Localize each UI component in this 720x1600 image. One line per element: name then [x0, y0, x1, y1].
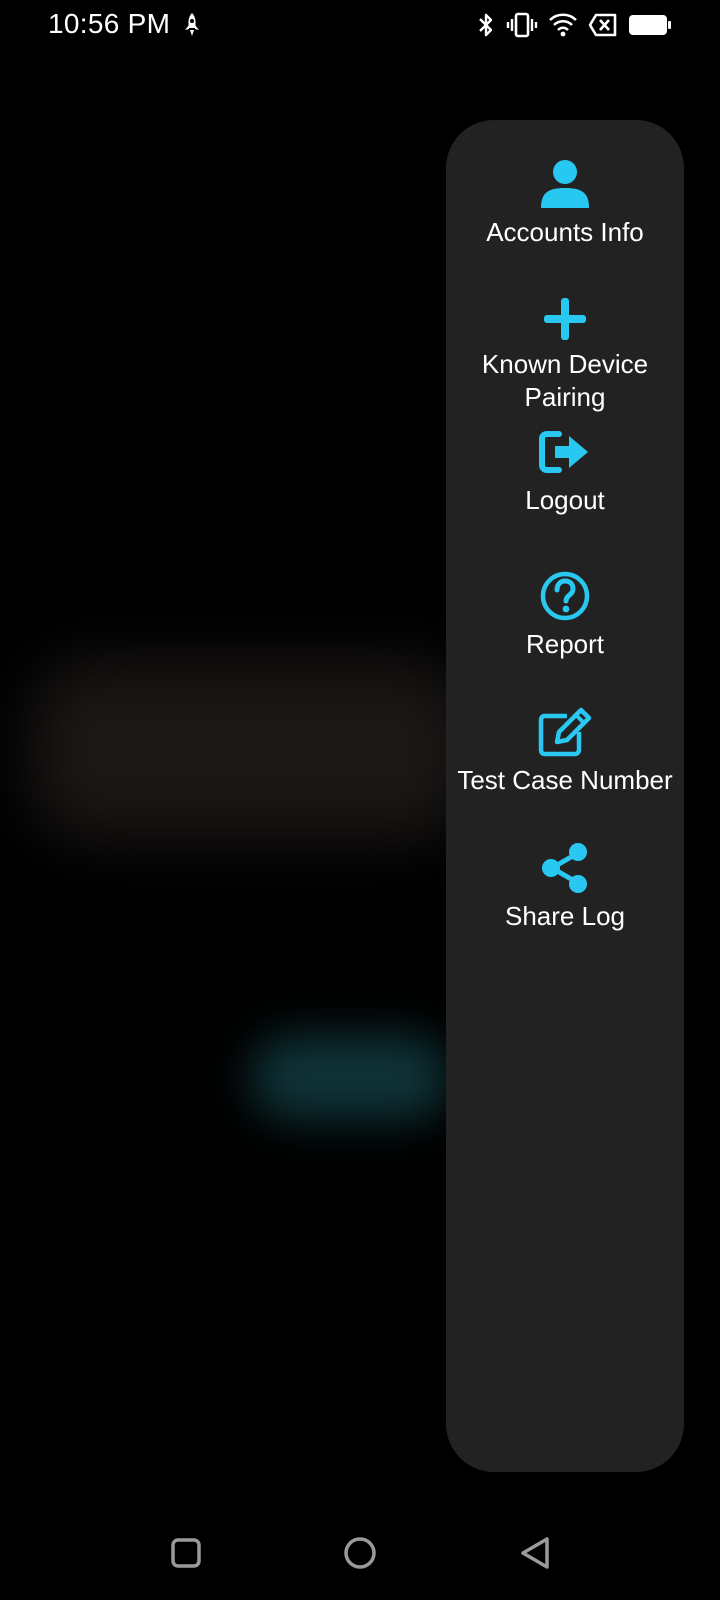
no-sim-icon	[588, 13, 618, 37]
logout-icon	[446, 430, 684, 474]
background-blur-button	[250, 1035, 450, 1120]
menu-item-test-case-number[interactable]: Test Case Number	[446, 706, 684, 797]
menu-label: Test Case Number	[457, 765, 673, 795]
menu-item-accounts-info[interactable]: Accounts Info	[446, 158, 684, 249]
back-button[interactable]	[510, 1530, 560, 1580]
question-circle-icon	[446, 570, 684, 622]
navigation-bar	[0, 1510, 720, 1600]
menu-label: Report	[525, 629, 605, 659]
status-icons	[476, 10, 672, 40]
bluetooth-icon	[476, 11, 496, 39]
menu-item-logout[interactable]: Logout	[446, 430, 684, 517]
side-menu-panel: Accounts Info Known Device Pairing Logou…	[446, 120, 684, 1472]
menu-item-known-device-pairing[interactable]: Known Device Pairing	[446, 296, 684, 414]
background-blur-card	[30, 660, 470, 840]
screen: 10:56 PM Accounts Info Known Device Pair…	[0, 0, 720, 1600]
rocket-icon	[180, 11, 204, 39]
status-bar: 10:56 PM	[0, 0, 720, 50]
vibrate-icon	[506, 11, 538, 39]
menu-label: Known Device Pairing	[481, 349, 649, 412]
recents-square-icon	[170, 1537, 202, 1574]
home-circle-icon	[343, 1536, 377, 1575]
home-button[interactable]	[335, 1530, 385, 1580]
edit-icon	[446, 706, 684, 758]
share-icon	[446, 842, 684, 894]
menu-label: Logout	[525, 485, 605, 515]
recents-button[interactable]	[161, 1530, 211, 1580]
menu-item-share-log[interactable]: Share Log	[446, 842, 684, 933]
status-time: 10:56 PM	[48, 8, 171, 39]
menu-item-report[interactable]: Report	[446, 570, 684, 661]
menu-label: Share Log	[505, 901, 625, 931]
person-icon	[446, 158, 684, 210]
plus-icon	[446, 296, 684, 342]
back-triangle-icon	[518, 1536, 552, 1575]
wifi-icon	[548, 12, 578, 38]
menu-label: Accounts Info	[486, 217, 644, 247]
battery-icon	[628, 13, 672, 37]
